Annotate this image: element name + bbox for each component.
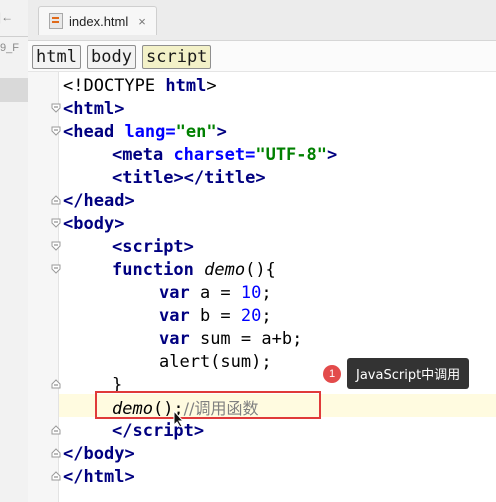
html-file-icon: [49, 13, 63, 29]
breadcrumb: html body script: [28, 41, 496, 72]
breadcrumb-script[interactable]: script: [142, 45, 212, 69]
editor-tab-bar: index.html ×: [28, 0, 496, 41]
code-line: </body>: [63, 444, 135, 464]
code-line: </head>: [63, 191, 135, 211]
call-highlight-box: [95, 391, 321, 419]
code-line: var b = 20;: [159, 306, 272, 326]
code-line: <head lang="en">: [63, 122, 227, 142]
close-tab-icon[interactable]: ×: [138, 14, 146, 29]
code-line: <body>: [63, 214, 125, 234]
code-line: function demo(){: [112, 260, 276, 280]
panel-divider: [0, 36, 28, 37]
annotation-number: 1: [323, 364, 341, 383]
collapse-panel-icon[interactable]: |←: [0, 10, 13, 24]
code-line: var a = 10;: [159, 283, 272, 303]
code-line: <!DOCTYPE html>: [63, 76, 217, 96]
breadcrumb-html[interactable]: html: [32, 45, 81, 69]
project-name[interactable]: 9_F: [0, 42, 19, 54]
code-line: alert(sum);: [159, 352, 272, 372]
code-line: <html>: [63, 99, 125, 119]
project-panel: |← 9_F: [0, 0, 29, 502]
code-editor[interactable]: <!DOCTYPE html> <html> <head lang="en"> …: [59, 72, 496, 502]
annotation-callout: 1 JavaScript中调用: [323, 358, 470, 389]
code-line: </script>: [112, 421, 205, 441]
code-line: <script>: [112, 237, 194, 257]
annotation-label: JavaScript中调用: [347, 358, 470, 389]
selected-tree-item[interactable]: [0, 78, 28, 102]
code-line: var sum = a+b;: [159, 329, 303, 349]
mouse-cursor-icon: [172, 409, 186, 428]
tab-label: index.html: [69, 13, 129, 29]
tab-index-html[interactable]: index.html ×: [38, 6, 157, 35]
code-line: <title></title>: [112, 168, 266, 188]
breadcrumb-body[interactable]: body: [87, 45, 136, 69]
code-line: </html>: [63, 467, 135, 487]
code-line: <meta charset="UTF-8">: [112, 145, 338, 165]
